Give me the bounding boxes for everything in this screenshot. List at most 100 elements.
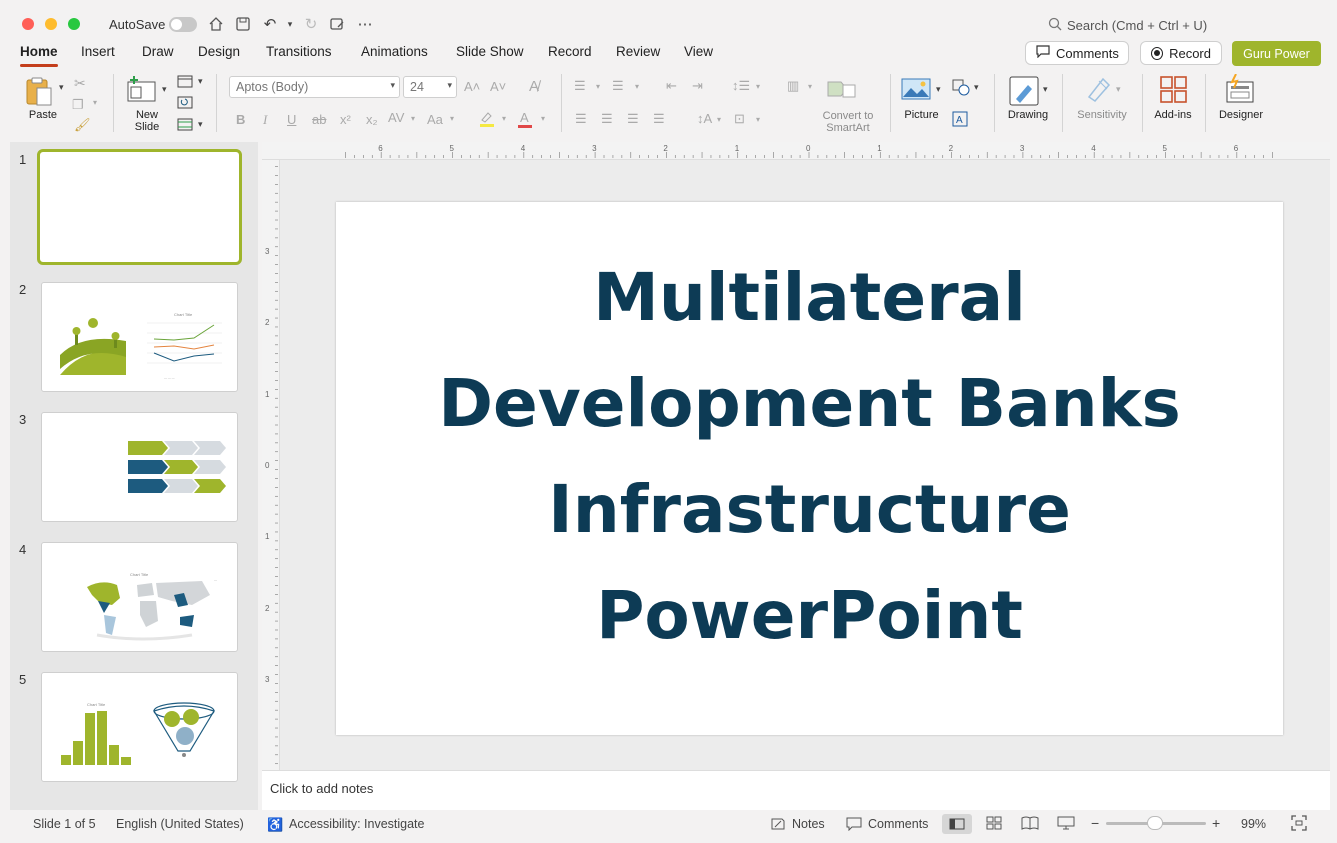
cut-icon: ✂ <box>74 75 86 91</box>
picture-icon[interactable] <box>901 77 931 104</box>
ribbon-separator <box>216 74 217 132</box>
drawing-dropdown-icon[interactable]: ▾ <box>1043 84 1048 95</box>
close-window-button[interactable] <box>22 18 34 30</box>
italic-icon: I <box>263 112 268 127</box>
slide-thumbnail-2[interactable]: Chart Title — — — <box>41 282 238 392</box>
save-icon[interactable] <box>233 14 253 34</box>
ruler-label: 1 <box>877 144 882 153</box>
ruler-label: 6 <box>1233 144 1239 153</box>
home-icon[interactable] <box>206 14 226 34</box>
tab-slide-show[interactable]: Slide Show <box>456 44 524 59</box>
notes-button[interactable]: Notes <box>792 817 825 831</box>
text-direction-dropdown-icon: ▾ <box>717 115 722 124</box>
tab-insert[interactable]: Insert <box>81 44 115 59</box>
more-icon[interactable]: ⋯ <box>355 14 375 34</box>
tab-review[interactable]: Review <box>616 44 660 59</box>
section-icon[interactable] <box>177 118 193 134</box>
new-slide-dropdown-icon[interactable]: ▾ <box>162 84 167 95</box>
align-right-icon: ☰ <box>627 111 639 126</box>
text-box-icon[interactable]: A <box>952 111 968 130</box>
comments-status-button[interactable]: Comments <box>868 817 928 831</box>
zoom-level[interactable]: 99% <box>1241 817 1266 831</box>
paste-dropdown-icon[interactable]: ▾ <box>59 82 64 93</box>
minimize-window-button[interactable] <box>45 18 57 30</box>
autosave-toggle[interactable] <box>169 17 197 32</box>
tab-transitions[interactable]: Transitions <box>266 44 332 59</box>
paste-label: Paste <box>28 109 58 121</box>
underline-icon: U <box>287 112 297 127</box>
undo-icon[interactable]: ↶ <box>260 14 280 34</box>
ruler-label: 0 <box>806 144 811 153</box>
slide-thumbnail-1[interactable] <box>37 149 242 265</box>
ruler-label: 1 <box>734 144 740 153</box>
notes-pane[interactable]: Click to add notes <box>262 770 1330 810</box>
ruler-label: 1 <box>265 532 270 542</box>
slide-thumbnail-4[interactable]: Chart Title — <box>41 542 238 652</box>
designer-icon[interactable] <box>1224 73 1256 107</box>
search-input[interactable]: Search (Cmd + Ctrl + U) <box>1067 18 1207 33</box>
shapes-dropdown-icon[interactable]: ▾ <box>974 82 979 93</box>
tab-record[interactable]: Record <box>548 44 592 59</box>
ruler-label: 3 <box>265 674 270 684</box>
slide-thumbnail-3[interactable] <box>41 412 238 522</box>
layout-dropdown-icon[interactable]: ▾ <box>198 76 203 87</box>
normal-view-button[interactable] <box>942 814 972 834</box>
tab-view[interactable]: View <box>684 44 713 59</box>
slide-number: 1 <box>19 152 27 167</box>
highlight-dropdown-icon: ▾ <box>502 114 507 123</box>
fit-to-window-icon[interactable] <box>1291 815 1307 834</box>
guru-power-button[interactable]: Guru Power <box>1232 41 1321 66</box>
comments-button[interactable]: Comments <box>1025 41 1129 65</box>
slide-title-line: Multilateral <box>593 259 1026 336</box>
sensitivity-label: Sensitivity <box>1077 109 1127 121</box>
reading-view-icon[interactable] <box>1021 816 1039 833</box>
undo-dropdown-icon[interactable]: ▾ <box>280 14 300 34</box>
font-name-value: Aptos (Body) <box>236 80 309 94</box>
sensitivity-icon <box>1085 75 1113 106</box>
tab-design[interactable]: Design <box>198 44 240 59</box>
drawing-label: Drawing <box>1007 109 1049 121</box>
slide-title-line: PowerPoint <box>596 577 1023 654</box>
record-button[interactable]: Record <box>1140 41 1222 65</box>
tab-home[interactable]: Home <box>20 44 58 59</box>
svg-text:Chart Title: Chart Title <box>87 702 106 707</box>
slide-thumbnail-5[interactable]: Chart Title <box>41 672 238 782</box>
zoom-out-button[interactable]: − <box>1091 815 1099 831</box>
paste-icon[interactable] <box>24 76 56 109</box>
chevron-down-icon: ▾ <box>390 80 395 90</box>
increase-indent-icon: ⇥ <box>692 78 703 93</box>
zoom-slider-thumb[interactable] <box>1147 816 1163 830</box>
tab-draw[interactable]: Draw <box>142 44 174 59</box>
new-slide-icon[interactable] <box>127 76 157 105</box>
customize-icon[interactable] <box>327 14 347 34</box>
character-spacing-icon: AV <box>388 110 405 125</box>
smartart-icon <box>827 78 857 103</box>
zoom-window-button[interactable] <box>68 18 80 30</box>
font-size-select[interactable]: 24 ▾ <box>403 76 457 98</box>
accessibility-status[interactable]: Accessibility: Investigate <box>289 817 424 831</box>
slideshow-icon[interactable] <box>1057 816 1075 833</box>
change-case-icon: Aa <box>427 112 443 127</box>
reset-icon[interactable] <box>177 96 193 112</box>
ribbon-separator <box>1062 74 1063 132</box>
zoom-in-button[interactable]: + <box>1212 815 1220 831</box>
section-dropdown-icon[interactable]: ▾ <box>198 119 203 130</box>
drawing-icon[interactable] <box>1008 75 1040 110</box>
change-case-dropdown-icon: ▾ <box>450 114 455 123</box>
shapes-icon[interactable] <box>952 79 972 100</box>
text-direction-icon: ↕A <box>697 111 713 126</box>
ruler-label: 1 <box>265 389 270 399</box>
add-ins-icon[interactable] <box>1159 75 1189 108</box>
strikethrough-icon: ab <box>312 112 327 127</box>
layout-icon[interactable] <box>177 75 193 91</box>
align-text-icon: ⊡ <box>734 111 745 126</box>
tab-animations[interactable]: Animations <box>361 44 428 59</box>
slide-sorter-icon[interactable] <box>986 816 1002 833</box>
slide-number: 5 <box>19 672 27 687</box>
language-indicator[interactable]: English (United States) <box>116 817 244 831</box>
picture-dropdown-icon[interactable]: ▾ <box>936 84 941 95</box>
font-name-select[interactable]: Aptos (Body) ▾ <box>229 76 400 98</box>
format-painter-icon[interactable]: 🖌 <box>74 117 91 133</box>
slide-title[interactable]: Multilateral Development Banks Infrastru… <box>336 245 1283 669</box>
new-slide-label: New Slide <box>134 109 160 133</box>
